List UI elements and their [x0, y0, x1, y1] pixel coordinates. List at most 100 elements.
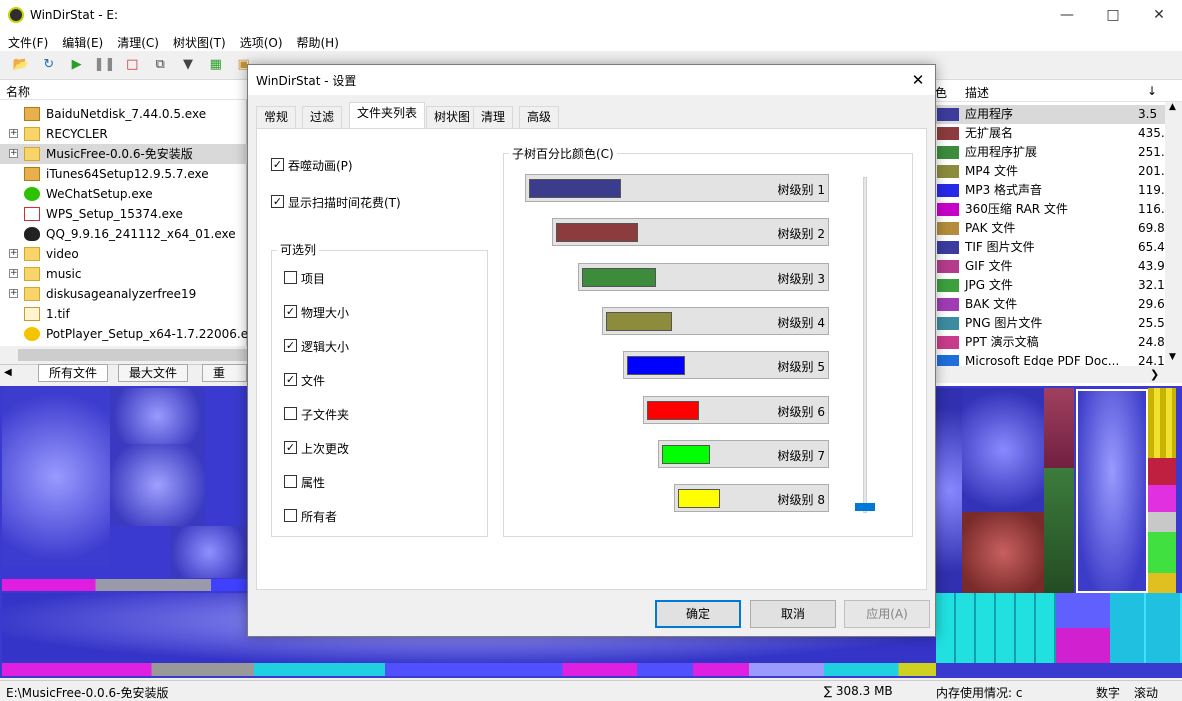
tab-settings-panel[interactable]: 树状图	[426, 106, 479, 128]
tree-level-color-button[interactable]: 树级别 4	[602, 306, 829, 335]
checkbox-scan-time[interactable]: ✓	[271, 195, 284, 208]
expand-icon[interactable]: +	[9, 289, 18, 298]
stop-icon[interactable]: □	[121, 54, 143, 76]
tree-item[interactable]: PotPlayer_Setup_x64-1.7.22006.e...	[0, 324, 260, 344]
extension-row[interactable]: JPG 文件 32.1	[935, 276, 1165, 295]
tab-largest-files[interactable]: 最大文件	[118, 364, 189, 382]
tree-header-name[interactable]: 名称	[0, 80, 247, 100]
extension-size: 24.8	[1138, 335, 1165, 349]
extension-row[interactable]: 应用程序扩展 251.	[935, 143, 1165, 162]
column-checkbox[interactable]: ✓	[284, 339, 297, 352]
tree-level-color-button[interactable]: 树级别 5	[623, 351, 829, 380]
expand-icon[interactable]: +	[9, 249, 18, 258]
scroll-up-icon[interactable]: ▲	[1169, 102, 1176, 112]
extension-row[interactable]: MP3 格式声音 119.	[935, 181, 1165, 200]
column-checkbox[interactable]: ✓	[284, 441, 297, 454]
expand-icon[interactable]: +	[9, 149, 18, 158]
tree-level-color-button[interactable]: 树级别 6	[643, 395, 829, 424]
refresh-icon[interactable]: ↻	[38, 54, 60, 76]
level-slider-track[interactable]	[863, 177, 867, 513]
tree-item[interactable]: WPS_Setup_15374.exe	[0, 204, 247, 224]
tab-folder-list[interactable]: 文件夹列表	[349, 102, 426, 128]
column-checkbox[interactable]	[284, 475, 297, 488]
open-icon[interactable]: 📂	[10, 54, 32, 76]
color-swatch	[937, 146, 959, 159]
tab-general[interactable]: 常规	[256, 106, 297, 128]
folder-icon	[24, 247, 40, 261]
tab-filter[interactable]: 过滤	[302, 106, 343, 128]
tree-level-color-button[interactable]: 树级别 3	[578, 262, 829, 291]
menu-help[interactable]: 帮助(H)	[289, 31, 345, 51]
scroll-right-icon[interactable]: ❯	[1150, 368, 1159, 381]
minimize-button[interactable]: —	[1044, 0, 1090, 31]
tree-level-color-button[interactable]: 树级别 1	[525, 174, 829, 202]
extension-row[interactable]: 应用程序 3.5	[935, 105, 1165, 124]
maximize-button[interactable]: □	[1090, 0, 1136, 31]
tab-scroll-left-icon[interactable]: ◀	[4, 367, 12, 378]
extension-row[interactable]: MP4 文件 201.	[935, 162, 1165, 181]
extension-list-vertical-scrollbar[interactable]: ▲ ▼	[1165, 102, 1182, 366]
cancel-button[interactable]: 取消	[750, 600, 836, 628]
tree-item[interactable]: iTunes64Setup12.9.5.7.exe	[0, 164, 247, 184]
ok-button[interactable]: 确定	[655, 600, 741, 628]
level-color-swatch	[662, 444, 710, 464]
status-scroll-lock: 滚动	[1134, 686, 1159, 700]
settings-dialog: WinDirStat - 设置 ✕ 常规 过滤 树状图 清理 高级 ✓ 吞噬动画…	[247, 64, 936, 637]
extension-row[interactable]: TIF 图片文件 65.4	[935, 238, 1165, 257]
tree-item[interactable]: + diskusageanalyzerfree19	[0, 284, 247, 304]
column-checkbox[interactable]	[284, 271, 297, 284]
tree-item-label: QQ_9.9.16_241112_x64_01.exe	[46, 227, 236, 241]
tree-level-color-button[interactable]: 树级别 8	[674, 484, 829, 513]
column-checkbox[interactable]	[284, 509, 297, 522]
tab-advanced[interactable]: 高级	[519, 106, 560, 128]
tree-item[interactable]: + video	[0, 244, 247, 264]
dialog-close-icon[interactable]: ✕	[904, 67, 932, 93]
checkbox-animation[interactable]: ✓	[271, 158, 284, 171]
label-scan-time: 显示扫描时间花费(T)	[288, 196, 401, 210]
extension-row[interactable]: 无扩展名 435.	[935, 124, 1165, 143]
extension-row[interactable]: PNG 图片文件 25.5	[935, 314, 1165, 333]
tab-all-files[interactable]: 所有文件	[38, 364, 109, 382]
extension-row[interactable]: BAK 文件 29.6	[935, 295, 1165, 314]
tree-item[interactable]: + music	[0, 264, 247, 284]
tree-item[interactable]: + RECYCLER	[0, 124, 247, 144]
menu-edit[interactable]: 编辑(E)	[54, 31, 109, 51]
tree-item[interactable]: 1.tif	[0, 304, 247, 324]
menu-treemap[interactable]: 树状图(T)	[165, 31, 232, 51]
scroll-down-icon[interactable]: ▼	[1169, 352, 1176, 362]
tree-item[interactable]: + MusicFree-0.0.6-免安装版	[0, 144, 247, 164]
tree-item[interactable]: WeChatSetup.exe	[0, 184, 247, 204]
tree-scroll-thumb[interactable]	[18, 349, 247, 361]
apply-button[interactable]: 应用(A)	[844, 600, 930, 628]
menu-cleanup[interactable]: 清理(C)	[109, 31, 165, 51]
menu-file[interactable]: 文件(F)	[0, 31, 54, 51]
tree-item[interactable]: QQ_9.9.16_241112_x64_01.exe	[0, 224, 247, 244]
new-file-icon[interactable]: ▦	[205, 54, 227, 76]
filter-icon[interactable]: ▼	[177, 54, 199, 76]
copy-path-icon[interactable]: ⧉	[149, 54, 171, 76]
extension-row[interactable]: PAK 文件 69.8	[935, 219, 1165, 238]
tab-cleanup[interactable]: 清理	[473, 106, 514, 128]
level-slider-thumb[interactable]	[855, 503, 875, 511]
extension-row[interactable]: 360压缩 RAR 文件 116.	[935, 200, 1165, 219]
column-checkbox[interactable]: ✓	[284, 373, 297, 386]
column-checkbox[interactable]: ✓	[284, 305, 297, 318]
play-icon[interactable]: ▶	[66, 54, 88, 76]
extension-row[interactable]: PPT 演示文稿 24.8	[935, 333, 1165, 352]
extension-list-horizontal-scrollbar[interactable]: ❯	[935, 366, 1182, 383]
tab-duplicates[interactable]: 重复文	[202, 364, 247, 382]
column-checkbox[interactable]	[284, 407, 297, 420]
column-color[interactable]: 色	[935, 84, 947, 101]
tree-level-color-button[interactable]: 树级别 2	[552, 218, 829, 247]
column-description[interactable]: 描述	[965, 84, 989, 101]
expand-icon[interactable]: +	[9, 129, 18, 138]
tree-level-color-button[interactable]: 树级别 7	[658, 439, 829, 468]
expand-icon[interactable]: +	[9, 269, 18, 278]
wps-icon	[24, 207, 40, 221]
extension-row[interactable]: GIF 文件 43.9	[935, 257, 1165, 276]
close-button[interactable]: ✕	[1136, 0, 1182, 31]
sort-indicator-icon[interactable]: ↓	[1147, 84, 1157, 98]
menu-options[interactable]: 选项(O)	[232, 31, 289, 51]
pause-icon[interactable]: ❚❚	[93, 54, 116, 76]
tree-item[interactable]: BaiduNetdisk_7.44.0.5.exe	[0, 104, 247, 124]
